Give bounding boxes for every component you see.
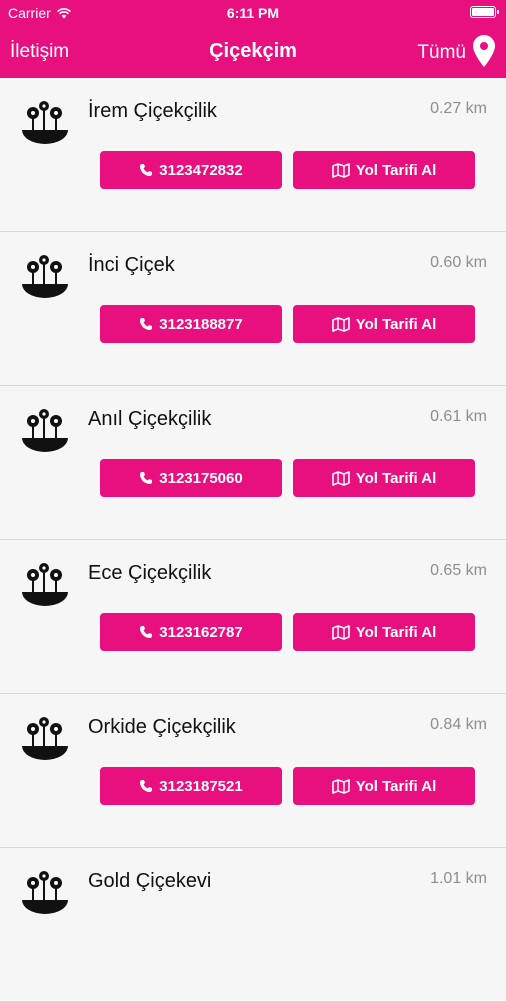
shop-name: İrem Çiçekçilik — [88, 100, 217, 122]
phone-icon — [140, 780, 153, 792]
directions-button-label: Yol Tarifi Al — [355, 315, 437, 333]
shop-distance: 0.84 km — [430, 716, 487, 733]
phone-icon — [140, 318, 153, 330]
directions-button[interactable]: Yol Tarifi Al — [293, 613, 475, 651]
contact-button[interactable]: İletişim — [10, 41, 69, 63]
flower-shop-logo-icon — [22, 871, 68, 914]
filter-all-button[interactable]: Tümü — [417, 34, 496, 68]
list-item: Orkide Çiçekçilik 0.84 km 3123187521 Yol… — [0, 694, 506, 848]
map-icon — [331, 624, 350, 640]
directions-button[interactable]: Yol Tarifi Al — [293, 459, 475, 497]
directions-button-label: Yol Tarifi Al — [355, 777, 437, 795]
call-button[interactable]: 3123472832 — [100, 151, 282, 189]
phone-icon — [140, 626, 153, 638]
list-item: Anıl Çiçekçilik 0.61 km 3123175060 Yol T… — [0, 386, 506, 540]
shop-distance: 1.01 km — [430, 870, 487, 887]
directions-button-label: Yol Tarifi Al — [355, 469, 437, 487]
call-button-label: 3123188877 — [159, 315, 243, 333]
call-button-label: 3123162787 — [159, 623, 243, 641]
shop-name: Anıl Çiçekçilik — [88, 408, 212, 430]
call-button[interactable]: 3123188877 — [100, 305, 282, 343]
call-button[interactable]: 3123187521 — [100, 767, 282, 805]
call-button[interactable]: 3123162787 — [100, 613, 282, 651]
map-icon — [331, 470, 350, 486]
map-icon — [331, 162, 350, 178]
flower-shop-logo-icon — [22, 255, 68, 298]
flower-shop-logo-icon — [22, 717, 68, 760]
directions-button-label: Yol Tarifi Al — [355, 623, 437, 641]
directions-button[interactable]: Yol Tarifi Al — [293, 151, 475, 189]
status-time: 6:11 PM — [226, 5, 280, 21]
shop-name: Ece Çiçekçilik — [88, 562, 212, 584]
shop-name: İnci Çiçek — [88, 254, 175, 276]
filter-all-label: Tümü — [417, 42, 466, 63]
flower-shop-logo-icon — [22, 101, 68, 144]
flower-shop-logo-icon — [22, 409, 68, 452]
list-item: Gold Çiçekevi 1.01 km — [0, 848, 506, 1002]
phone-icon — [140, 164, 153, 176]
list-item: İrem Çiçekçilik 0.27 km 3123472832 Yol T… — [0, 78, 506, 232]
shop-distance: 0.60 km — [430, 254, 487, 271]
call-button-label: 3123187521 — [159, 777, 243, 795]
map-icon — [331, 778, 350, 794]
battery-icon — [470, 6, 499, 18]
call-button[interactable]: 3123175060 — [100, 459, 282, 497]
directions-button[interactable]: Yol Tarifi Al — [293, 767, 475, 805]
location-pin-icon — [473, 35, 495, 67]
directions-button-label: Yol Tarifi Al — [355, 161, 437, 179]
map-icon — [331, 316, 350, 332]
shop-distance: 0.61 km — [430, 408, 487, 425]
flower-shop-logo-icon — [22, 563, 68, 606]
call-button-label: 3123175060 — [159, 469, 243, 487]
list-item: Ece Çiçekçilik 0.65 km 3123162787 Yol Ta… — [0, 540, 506, 694]
shop-distance: 0.27 km — [430, 100, 487, 117]
status-bar: Carrier 6:11 PM — [0, 0, 506, 26]
shop-list: İrem Çiçekçilik 0.27 km 3123472832 Yol T… — [0, 78, 506, 1002]
shop-distance: 0.65 km — [430, 562, 487, 579]
call-button-label: 3123472832 — [159, 161, 243, 179]
phone-icon — [140, 472, 153, 484]
shop-name: Gold Çiçekevi — [88, 870, 212, 892]
list-item: İnci Çiçek 0.60 km 3123188877 Yol Tarifi… — [0, 232, 506, 386]
shop-name: Orkide Çiçekçilik — [88, 716, 236, 738]
navigation-bar: İletişim Çiçekçim Tümü — [0, 26, 506, 78]
directions-button[interactable]: Yol Tarifi Al — [293, 305, 475, 343]
